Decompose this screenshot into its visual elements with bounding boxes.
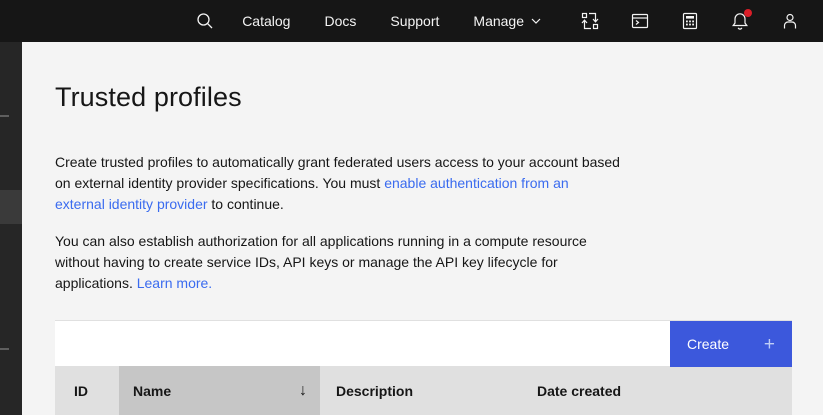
sidebar-item-active[interactable] [0,190,22,224]
sidebar-divider [0,115,9,117]
left-sidebar [0,42,22,415]
notification-dot [744,9,752,17]
chevron-down-icon [531,18,541,24]
nav-links: Catalog Docs Support Manage [242,13,541,29]
column-header-name[interactable]: Name ↓ [119,366,320,415]
sort-descending-icon[interactable]: ↓ [299,382,307,400]
nav-link-label: Manage [473,13,524,29]
sidebar-divider [0,348,9,350]
column-label: Date created [537,383,621,399]
intro-paragraph-1: Create trusted profiles to automatically… [55,152,622,215]
intro-p1-text-after: to continue. [211,196,283,212]
column-label: Name [133,383,171,399]
nav-link-label: Docs [324,13,356,29]
plus-icon: + [764,335,775,354]
top-nav: Catalog Docs Support Manage [0,0,823,42]
cloud-shell-icon[interactable] [615,0,665,42]
nav-link-support[interactable]: Support [390,13,439,29]
nav-link-catalog[interactable]: Catalog [242,13,290,29]
nav-link-label: Support [390,13,439,29]
column-header-id[interactable]: ID [55,366,119,415]
user-avatar-icon[interactable] [765,0,815,42]
page-title: Trusted profiles [55,82,823,113]
intro-paragraph-2: You can also establish authorization for… [55,231,622,294]
create-button-label: Create [687,336,729,352]
column-label: ID [74,383,88,399]
intro-text: Create trusted profiles to automatically… [55,152,622,294]
intro-p2-text: You can also establish authorization for… [55,233,587,291]
table-toolbar: Create + [55,320,792,366]
nav-link-label: Catalog [242,13,290,29]
search-icon[interactable] [180,0,230,42]
column-header-description[interactable]: Description [320,366,521,415]
column-header-date-created[interactable]: Date created [521,366,792,415]
column-label: Description [336,383,413,399]
data-transfer-icon[interactable] [565,0,615,42]
create-button[interactable]: Create + [670,321,792,367]
learn-more-link[interactable]: Learn more. [137,275,212,291]
table-search-input[interactable] [55,321,670,366]
nav-menu-manage[interactable]: Manage [473,13,541,29]
nav-link-docs[interactable]: Docs [324,13,356,29]
page-shell: Trusted profiles Create trusted profiles… [0,42,823,415]
table-header-row: ID Name ↓ Description Date created [55,366,792,415]
notifications-bell-icon[interactable] [715,0,765,42]
cost-estimator-icon[interactable] [665,0,715,42]
main-content: Trusted profiles Create trusted profiles… [22,42,823,415]
trusted-profiles-table: Create + ID Name ↓ Description Date crea… [55,320,792,415]
